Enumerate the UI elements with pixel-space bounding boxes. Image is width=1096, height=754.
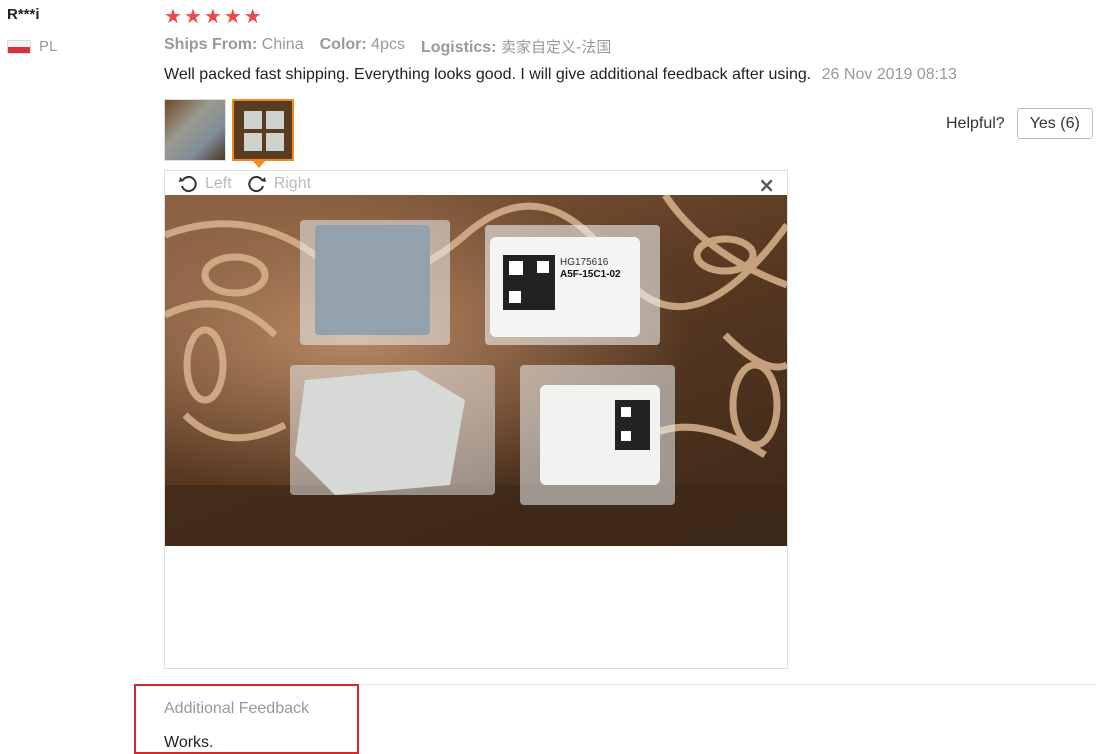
color-label: Color: bbox=[319, 36, 367, 53]
country-code: PL bbox=[39, 38, 58, 55]
star-icon: ★ bbox=[164, 4, 182, 28]
helpful-label: Helpful? bbox=[946, 114, 1005, 132]
reviewer-country: PL bbox=[7, 38, 57, 55]
order-meta: Ships From: China Color: 4pcs Logistics:… bbox=[164, 36, 611, 57]
rotate-left-icon[interactable] bbox=[177, 173, 199, 195]
star-rating: ★ ★ ★ ★ ★ bbox=[164, 6, 262, 26]
color-info: Color: 4pcs bbox=[320, 36, 405, 57]
helpful-section: Helpful? Yes (6) bbox=[946, 108, 1093, 139]
helpful-yes-button[interactable]: Yes (6) bbox=[1016, 108, 1093, 139]
logistics-label: Logistics: bbox=[420, 39, 497, 56]
star-icon: ★ bbox=[183, 4, 202, 28]
star-icon: ★ bbox=[243, 4, 262, 28]
star-icon: ★ bbox=[203, 4, 222, 28]
photo-thumbnail-2[interactable] bbox=[232, 99, 294, 161]
rotate-right-label[interactable]: Right bbox=[274, 175, 311, 193]
review-text: Well packed fast shipping. Everything lo… bbox=[164, 66, 812, 83]
star-icon: ★ bbox=[223, 4, 242, 28]
review-photo: HG175616 A5F-15C1-02 bbox=[165, 195, 787, 546]
review-photo-illustration: HG175616 A5F-15C1-02 bbox=[165, 195, 787, 546]
additional-feedback-title: Additional Feedback bbox=[164, 700, 309, 717]
label-model-text: A5F-15C1-02 bbox=[560, 269, 621, 280]
poland-flag-icon bbox=[7, 39, 31, 54]
color-value: 4pcs bbox=[371, 36, 405, 53]
ships-from: Ships From: China bbox=[164, 36, 304, 57]
image-viewer: Left Right × HG175616 A5F-15C1-02 bbox=[164, 170, 788, 669]
ships-from-label: Ships From: bbox=[164, 36, 258, 53]
review-content: Well packed fast shipping. Everything lo… bbox=[164, 66, 957, 84]
logistics-value: 卖家自定义-法国 bbox=[500, 38, 612, 56]
close-viewer-icon[interactable]: × bbox=[758, 173, 775, 197]
photo-thumbnail-1[interactable] bbox=[164, 99, 226, 161]
active-thumbnail-caret bbox=[252, 160, 266, 168]
photo-thumbnails bbox=[164, 99, 294, 161]
viewer-toolbar: Left Right bbox=[177, 173, 311, 195]
rotate-left-label[interactable]: Left bbox=[205, 175, 232, 193]
review-date: 26 Nov 2019 08:13 bbox=[821, 66, 957, 83]
rotate-right-icon[interactable] bbox=[246, 173, 268, 195]
ships-from-value: China bbox=[261, 36, 304, 53]
logistics-info: Logistics: 卖家自定义-法国 bbox=[421, 36, 611, 57]
additional-feedback-text: Works. bbox=[164, 734, 214, 751]
reviewer-name: R***i bbox=[7, 6, 40, 23]
label-code-text: HG175616 bbox=[560, 257, 609, 268]
